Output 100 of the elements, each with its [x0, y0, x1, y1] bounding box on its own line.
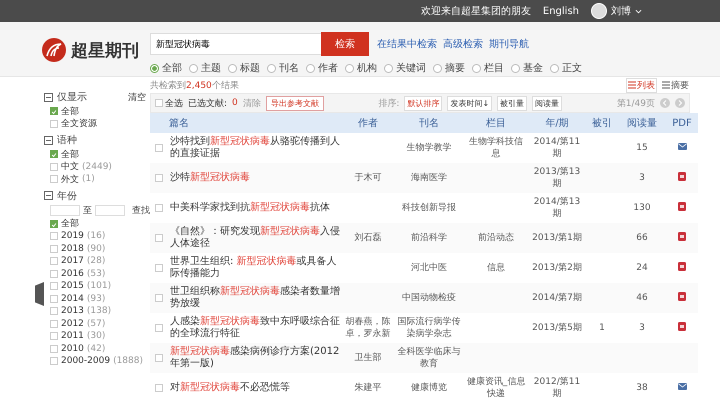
row-checkbox[interactable] [155, 204, 163, 212]
article-title[interactable]: 《自然》：研究发现新型冠状病毒入侵人体途径 [170, 226, 340, 250]
issue-cell: 2014/第13期 [534, 197, 580, 219]
welcome-text: 欢迎来自超星集团的朋友 [420, 4, 531, 18]
pdf-icon[interactable] [678, 172, 686, 180]
filter-option[interactable]: 2018 (90) [44, 242, 150, 255]
caret-icon [635, 8, 642, 14]
pdf-icon[interactable] [678, 202, 686, 210]
filter-option[interactable]: 2012 (57) [44, 318, 150, 330]
author-cell: 卫生部 [354, 353, 382, 363]
article-title[interactable]: 人感染新型冠状病毒致中东呼吸综合征的全球流行特征 [170, 316, 340, 340]
filter-option[interactable]: 外文 (1) [44, 173, 150, 186]
scope-radio[interactable]: 作者 [306, 61, 338, 75]
article-title[interactable]: 新型冠状病毒感染病例诊疗方案(2012年第一版) [170, 346, 340, 370]
row-checkbox[interactable] [155, 234, 163, 242]
search-link[interactable]: 高级检索 [443, 37, 483, 51]
export-button[interactable]: 导出参考文献 [266, 96, 324, 110]
article-title[interactable]: 沙特找到新型冠状病毒从骆驼传播到人的直接证据 [170, 136, 340, 160]
row-checkbox[interactable] [155, 324, 163, 332]
page-indicator: 第1/49页 [616, 98, 655, 110]
filter-option[interactable]: 2013 (138) [44, 305, 150, 318]
search-link[interactable]: 期刊导航 [489, 37, 529, 51]
issue-cell: 2013/第2期 [532, 263, 582, 273]
row-checkbox[interactable] [155, 144, 163, 152]
filter-option[interactable]: 全部 [44, 105, 150, 118]
journal-cell: 健康博览 [411, 383, 447, 393]
sort-button[interactable]: 默认排序 [404, 96, 442, 110]
envelope-icon[interactable] [678, 143, 686, 150]
filter-option[interactable]: 中文 (2449) [44, 160, 150, 173]
row-checkbox[interactable] [155, 354, 163, 362]
section-cell: 健康资讯_信息快递 [466, 377, 526, 399]
logo-text: 超星期刊 [71, 40, 139, 62]
scope-radio[interactable]: 标题 [228, 61, 260, 75]
row-checkbox[interactable] [155, 264, 163, 272]
sort-button[interactable]: 被引量 [497, 96, 528, 110]
collapse-icon[interactable] [44, 92, 53, 102]
scope-radio[interactable]: 正文 [550, 61, 582, 75]
row-checkbox[interactable] [155, 384, 163, 392]
year-to-field[interactable] [95, 205, 125, 216]
select-all-checkbox[interactable]: 全选 [155, 96, 183, 110]
find-button[interactable]: 查找 [132, 204, 150, 217]
pdf-icon[interactable] [678, 322, 686, 330]
scope-radio[interactable]: 基金 [511, 61, 543, 75]
sort-button[interactable]: 发表时间↓ [447, 96, 492, 110]
pdf-icon[interactable] [678, 292, 686, 300]
filter-option[interactable]: 全部 [44, 218, 150, 230]
journal-cell: 科技创新导报 [402, 203, 456, 213]
side-tab[interactable] [35, 282, 44, 306]
filter-option[interactable]: 2014 (93) [44, 292, 150, 305]
filter-option[interactable]: 2011 (30) [44, 330, 150, 342]
scope-radio[interactable]: 摘要 [433, 61, 465, 75]
article-title[interactable]: 对新型冠状病毒不必恐慌等 [170, 382, 340, 394]
article-title[interactable]: 沙特新型冠状病毒 [170, 172, 340, 184]
avatar-icon[interactable] [591, 3, 607, 19]
scope-radio[interactable]: 全部 [150, 61, 182, 75]
author-cell: 刘石磊 [354, 233, 382, 243]
journal-cell: 河北中医 [411, 263, 447, 273]
collapse-icon[interactable] [44, 191, 53, 200]
year-from-field[interactable] [50, 205, 80, 216]
article-title[interactable]: 世卫组织称新型冠状病毒感染者数量增势放缓 [170, 286, 340, 310]
sort-button[interactable]: 阅读量 [532, 96, 562, 110]
user-menu[interactable]: 刘博 [611, 4, 642, 18]
search-field[interactable]: 新型冠状病毒 [150, 33, 321, 55]
view-toggle[interactable]: 列表 [626, 78, 657, 92]
filter-option[interactable]: 2015 (101) [44, 280, 150, 292]
article-title[interactable]: 中美科学家找到抗新型冠状病毒抗体 [170, 202, 340, 214]
checkmark-icon [51, 151, 57, 160]
filter-option[interactable]: 2016 (53) [44, 268, 150, 280]
row-checkbox[interactable] [155, 294, 163, 302]
scope-radio[interactable]: 机构 [345, 61, 377, 75]
pdf-icon[interactable] [678, 262, 686, 270]
view-toggle[interactable]: 摘要 [661, 78, 690, 92]
filter-option[interactable]: 2019 (16) [44, 230, 150, 242]
filter-option[interactable]: 2010 (42) [44, 342, 150, 355]
section-cell: 前沿动态 [478, 233, 514, 243]
collapse-icon[interactable] [44, 136, 53, 144]
scope-radio[interactable]: 刊名 [267, 61, 299, 75]
pdf-icon[interactable] [678, 232, 686, 240]
filter-option[interactable]: 全文资源 [44, 118, 150, 130]
section-cell: 生物学科技信息 [469, 137, 523, 159]
search-button[interactable]: 检索 [321, 32, 369, 56]
scope-radio[interactable]: 栏目 [472, 61, 504, 75]
filter-option[interactable]: 2017 (28) [44, 255, 150, 268]
scope-radio[interactable]: 主题 [189, 61, 221, 75]
filter-option[interactable]: 全部 [44, 148, 150, 160]
issue-cell: 2014/第11期 [534, 137, 580, 159]
column-header: 栏目 [464, 113, 528, 133]
article-title[interactable]: 世界卫生组织: 新型冠状病毒或具备人际传播能力 [170, 256, 340, 280]
scope-radio[interactable]: 关键词 [384, 61, 426, 75]
filter-option[interactable]: 2000-2009 (1888) [44, 355, 150, 368]
clear-link[interactable]: 清空 [128, 90, 146, 104]
checkmark-icon [51, 108, 57, 116]
row-checkbox[interactable] [155, 174, 163, 182]
envelope-icon[interactable] [678, 383, 686, 390]
search-link[interactable]: 在结果中检索 [377, 37, 437, 51]
range-separator: 至 [83, 205, 92, 217]
reads-cell: 3 [639, 173, 645, 183]
journal-cell: 中国动物检疫 [402, 293, 456, 303]
selected-label: 已选文献: [188, 98, 228, 110]
language-link[interactable]: English [542, 6, 579, 16]
